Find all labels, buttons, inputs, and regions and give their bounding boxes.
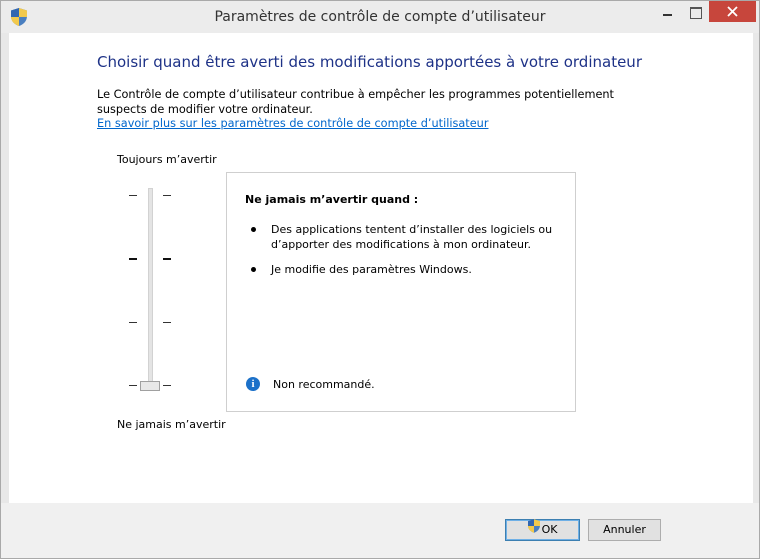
panel-title: Ne jamais m’avertir quand : [245,193,419,206]
learn-more-link[interactable]: En savoir plus sur les paramètres de con… [97,117,488,130]
close-button[interactable] [709,1,756,22]
slider-tick-left-2 [129,258,137,260]
slider-bottom-label: Ne jamais m’avertir [117,418,226,431]
title-bar: Paramètres de contrôle de compte d’utili… [1,1,759,33]
level-description-panel: Ne jamais m’avertir quand : Des applicat… [226,172,576,412]
cancel-button[interactable]: Annuler [588,519,661,541]
slider-tick-right-2 [163,258,171,260]
ok-button-label: OK [541,523,558,536]
description-text: Le Contrôle de compte d’utilisateur cont… [97,88,614,116]
content-area: Choisir quand être averti des modificati… [9,33,753,503]
slider-track[interactable] [148,188,153,388]
uac-shield-icon [527,518,540,540]
slider-top-label: Toujours m’avertir [117,153,217,166]
slider-tick-left-4 [129,385,137,386]
close-icon [727,6,738,17]
bullet-item: Des applications tentent d’installer des… [247,222,557,252]
slider-thumb[interactable] [140,381,160,391]
uac-settings-window: Paramètres de contrôle de compte d’utili… [0,0,760,559]
info-icon: i [246,377,260,391]
bullet-item: Je modifie des paramètres Windows. [247,262,557,277]
page-heading: Choisir quand être averti des modificati… [97,53,642,71]
ok-button[interactable]: OK [505,518,580,541]
button-bar: OK Annuler [1,503,759,558]
slider-tick-right-3 [163,322,171,323]
slider-tick-right-4 [163,385,171,386]
bullet-list: Des applications tentent d’installer des… [247,222,557,287]
window-title: Paramètres de contrôle de compte d’utili… [214,9,546,25]
slider-tick-left-1 [129,195,137,196]
recommendation-note: Non recommandé. [273,378,375,391]
slider-tick-left-3 [129,322,137,323]
maximize-button[interactable] [682,1,709,23]
slider-tick-right-1 [163,195,171,196]
minimize-button[interactable] [652,1,682,23]
